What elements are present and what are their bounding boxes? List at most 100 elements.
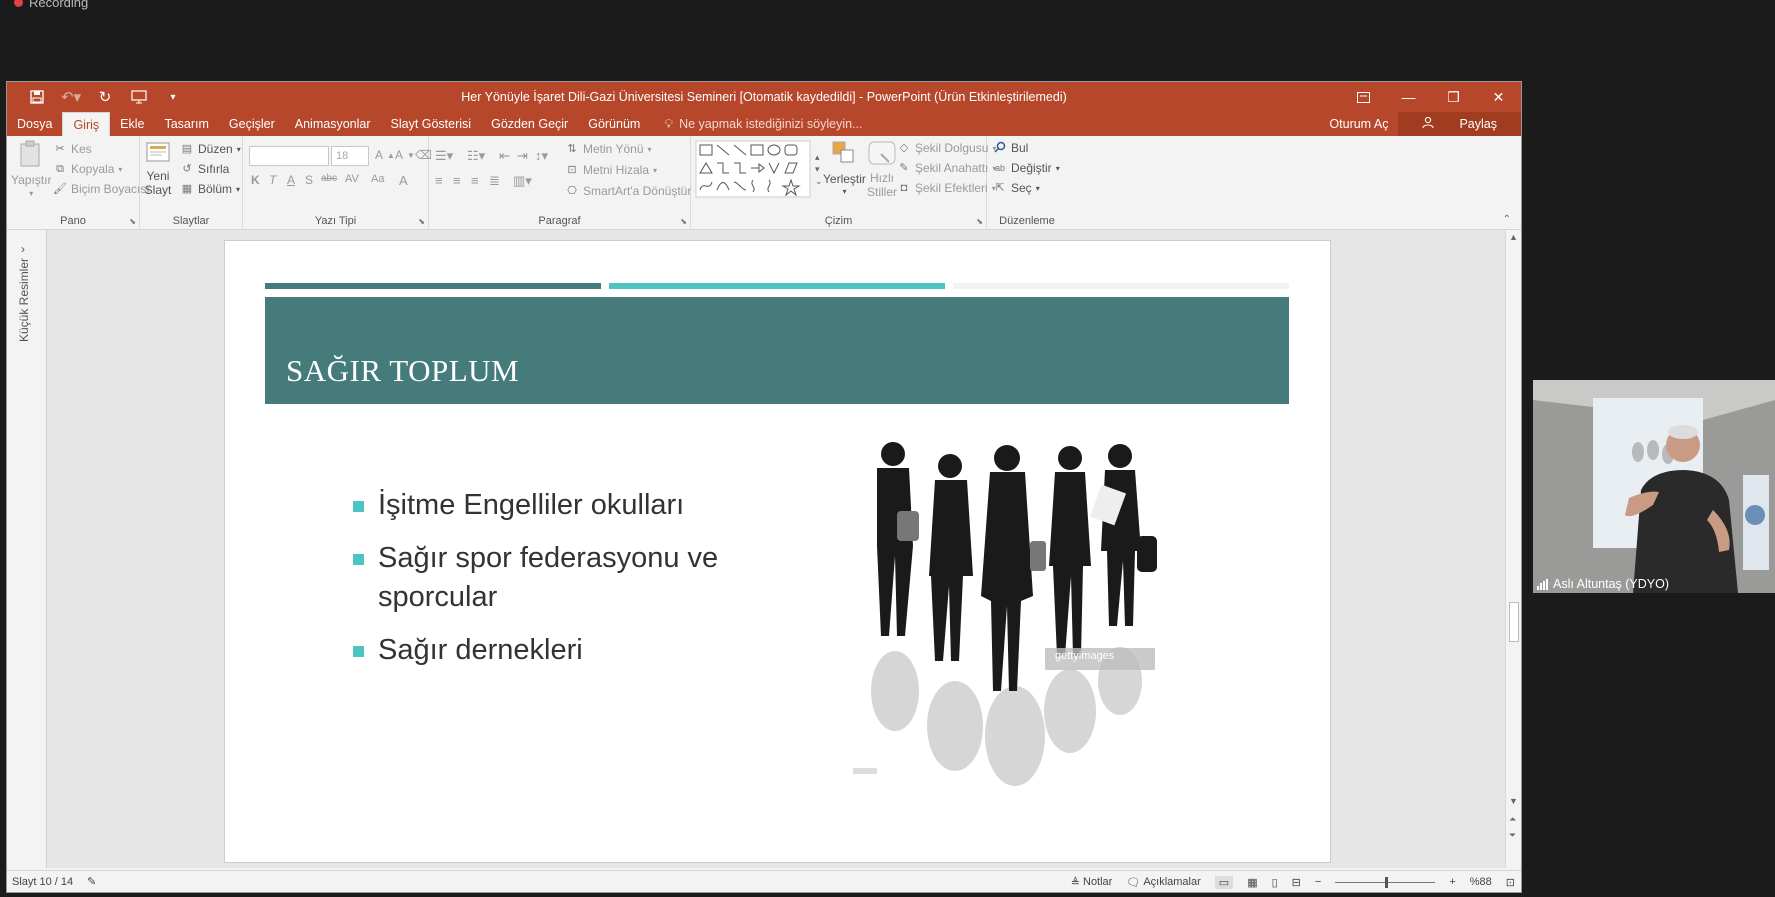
close-icon[interactable]: ✕ bbox=[1476, 82, 1521, 112]
ribbon-display-options-icon[interactable] bbox=[1341, 82, 1386, 112]
gallery-scroll-icon[interactable]: ▴ ▾ ⌄ bbox=[815, 151, 823, 187]
slide-title[interactable]: SAĞIR TOPLUM bbox=[286, 353, 519, 389]
section-button[interactable]: ▦ Bölüm ▾ bbox=[180, 182, 240, 196]
bold-button[interactable]: K bbox=[251, 173, 260, 187]
customize-qat-icon[interactable]: ▾ bbox=[159, 85, 187, 109]
share-button[interactable]: Paylaş bbox=[1398, 112, 1521, 136]
tell-me-box[interactable]: 💡︎ Ne yapmak istediğinizi söyleyin... bbox=[650, 112, 862, 136]
tab-slayt-gosterisi[interactable]: Slayt Gösterisi bbox=[381, 112, 482, 136]
italic-button[interactable]: T bbox=[269, 173, 276, 187]
line-spacing-icon[interactable]: ↕▾ bbox=[535, 148, 548, 164]
shape-outline-button[interactable]: ✎ Şekil Anahattı ▾ bbox=[897, 161, 996, 175]
justify-icon[interactable]: ≣ bbox=[489, 173, 500, 189]
tab-gorunum[interactable]: Görünüm bbox=[578, 112, 650, 136]
comments-button[interactable]: 🗨︎ Açıklamalar bbox=[1126, 876, 1200, 889]
scroll-thumb[interactable] bbox=[1509, 602, 1519, 642]
font-dialog-launcher-icon[interactable]: ⬊ bbox=[418, 217, 425, 226]
tab-dosya[interactable]: Dosya bbox=[7, 112, 62, 136]
fit-to-window-icon[interactable]: ⊡ bbox=[1506, 876, 1515, 889]
collapse-ribbon-icon[interactable]: ⌃ bbox=[1503, 214, 1511, 225]
tab-animasyonlar[interactable]: Animasyonlar bbox=[285, 112, 381, 136]
title-bar: ↶▾ ↻ ▾ Her Yönüyle İşaret Dili-Gazi Üniv… bbox=[7, 82, 1521, 112]
shape-fill-button[interactable]: ◇ Şekil Dolgusu ▾ bbox=[897, 141, 997, 155]
shapes-gallery[interactable]: ▴ ▾ ⌄ bbox=[695, 140, 823, 198]
expand-thumbnails-icon[interactable]: › bbox=[21, 242, 25, 256]
smartart-button[interactable]: ⎔SmartArt'a Dönüştür▾ bbox=[565, 184, 699, 198]
spellcheck-icon[interactable]: ✎ bbox=[87, 875, 96, 888]
align-text-button[interactable]: ⊡ Metni Hizala ▾ bbox=[565, 163, 657, 177]
lightbulb-icon: 💡︎ bbox=[664, 117, 674, 131]
font-name-field[interactable] bbox=[249, 146, 329, 166]
drawing-dialog-launcher-icon[interactable]: ⬊ bbox=[976, 217, 983, 226]
vertical-scrollbar[interactable]: ▲ ▼ ⏶ ⏷ bbox=[1505, 230, 1521, 868]
save-icon[interactable] bbox=[23, 85, 51, 109]
font-size-field[interactable]: 18 bbox=[331, 146, 369, 166]
pano-dialog-launcher-icon[interactable]: ⬊ bbox=[129, 217, 136, 226]
scroll-up-icon[interactable]: ▲ bbox=[1509, 232, 1518, 242]
underline-button[interactable]: A bbox=[287, 173, 295, 187]
bullets-icon[interactable]: ☰▾ bbox=[435, 148, 453, 164]
slide-canvas[interactable]: SAĞIR TOPLUM İşitme Engelliler okulları … bbox=[224, 240, 1331, 863]
align-right-icon[interactable]: ≡ bbox=[471, 173, 479, 188]
thumbnails-pane[interactable]: › Küçük Resimler bbox=[7, 230, 47, 868]
scroll-down-icon[interactable]: ▼ bbox=[1509, 796, 1518, 806]
previous-slide-icon[interactable]: ⏶ bbox=[1509, 814, 1516, 825]
bullet-list[interactable]: İşitme Engelliler okulları Sağır spor fe… bbox=[353, 486, 773, 684]
numbering-icon[interactable]: ☷▾ bbox=[467, 148, 485, 164]
tab-gecisler[interactable]: Geçişler bbox=[219, 112, 285, 136]
font-color-button[interactable]: A bbox=[399, 173, 408, 188]
undo-icon[interactable]: ↶▾ bbox=[57, 85, 85, 109]
editing-workspace: › Küçük Resimler SAĞIR TOPLUM İşitme Eng… bbox=[7, 230, 1521, 868]
next-slide-icon[interactable]: ⏷ bbox=[1509, 830, 1516, 841]
align-left-icon[interactable]: ≡ bbox=[435, 173, 443, 188]
zoom-level[interactable]: %88 bbox=[1470, 876, 1492, 888]
text-direction-button[interactable]: ⇅ Metin Yönü ▾ bbox=[565, 142, 651, 156]
tab-giris[interactable]: Giriş bbox=[62, 112, 111, 136]
quick-styles-button[interactable]: Hızlı Stiller bbox=[867, 140, 897, 199]
slide-sorter-icon[interactable]: ▦ bbox=[1247, 876, 1257, 889]
reset-label: Sıfırla bbox=[198, 162, 230, 176]
grow-font-button[interactable]: A ▲ bbox=[375, 148, 395, 162]
slide-counter: Slayt 10 / 14 bbox=[12, 875, 74, 888]
redo-icon[interactable]: ↻ bbox=[91, 85, 119, 109]
arrange-button[interactable]: Yerleştir ▾ bbox=[823, 140, 866, 196]
shape-effects-button[interactable]: ◘ Şekil Efektleri ▾ bbox=[897, 181, 996, 195]
strikethrough-button[interactable]: abc bbox=[321, 173, 337, 184]
paste-button[interactable]: Yapıştır ▾ bbox=[11, 140, 51, 198]
tab-ekle[interactable]: Ekle bbox=[110, 112, 154, 136]
participant-video-tile[interactable]: Aslı Altuntaş (YDYO) bbox=[1533, 380, 1775, 593]
tab-gozden-gecir[interactable]: Gözden Geçir bbox=[481, 112, 578, 136]
select-button[interactable]: ⇱ Seç ▾ bbox=[993, 181, 1039, 195]
paragraph-dialog-launcher-icon[interactable]: ⬊ bbox=[680, 217, 687, 226]
present-from-start-icon[interactable] bbox=[125, 85, 153, 109]
shrink-font-button[interactable]: A ▼ bbox=[395, 148, 415, 162]
columns-icon[interactable]: ▥▾ bbox=[513, 173, 532, 189]
restore-icon[interactable]: ❐ bbox=[1431, 82, 1476, 112]
sign-in-link[interactable]: Oturum Aç bbox=[1319, 117, 1398, 131]
search-icon bbox=[993, 141, 1007, 155]
copy-button[interactable]: ⧉ Kopyala ▾ bbox=[53, 162, 122, 176]
shadow-button[interactable]: S bbox=[305, 173, 313, 187]
align-center-icon[interactable]: ≡ bbox=[453, 173, 461, 188]
notes-button[interactable]: ≜ Notlar bbox=[1071, 876, 1113, 889]
character-spacing-button[interactable]: AV bbox=[345, 173, 359, 185]
students-silhouette-image[interactable]: gettyimages bbox=[845, 436, 1185, 796]
layout-button[interactable]: ▤ Düzen ▾ bbox=[180, 142, 241, 156]
find-button[interactable]: Bul bbox=[993, 141, 1028, 155]
reset-button[interactable]: ↺ Sıfırla bbox=[180, 162, 229, 176]
normal-view-icon[interactable]: ▭ bbox=[1214, 875, 1234, 889]
zoom-in-icon[interactable]: + bbox=[1449, 876, 1455, 888]
increase-indent-icon[interactable]: ⇥ bbox=[517, 148, 528, 164]
zoom-slider[interactable] bbox=[1335, 876, 1436, 888]
decrease-indent-icon[interactable]: ⇤ bbox=[499, 148, 510, 164]
change-case-button[interactable]: Aa bbox=[371, 173, 384, 185]
cut-button[interactable]: ✂ Kes bbox=[53, 142, 91, 156]
new-slide-button[interactable]: Yeni Slayt bbox=[144, 140, 172, 197]
minimize-icon[interactable]: — bbox=[1386, 82, 1431, 112]
tab-tasarim[interactable]: Tasarım bbox=[154, 112, 218, 136]
zoom-out-icon[interactable]: − bbox=[1315, 876, 1321, 888]
reading-view-icon[interactable]: ▯ bbox=[1272, 876, 1278, 889]
replace-button[interactable]: ab Değiştir ▾ bbox=[993, 161, 1060, 175]
slideshow-view-icon[interactable]: ⊟ bbox=[1292, 876, 1301, 889]
format-painter-button[interactable]: 🖌︎ Biçim Boyacısı bbox=[53, 182, 150, 196]
